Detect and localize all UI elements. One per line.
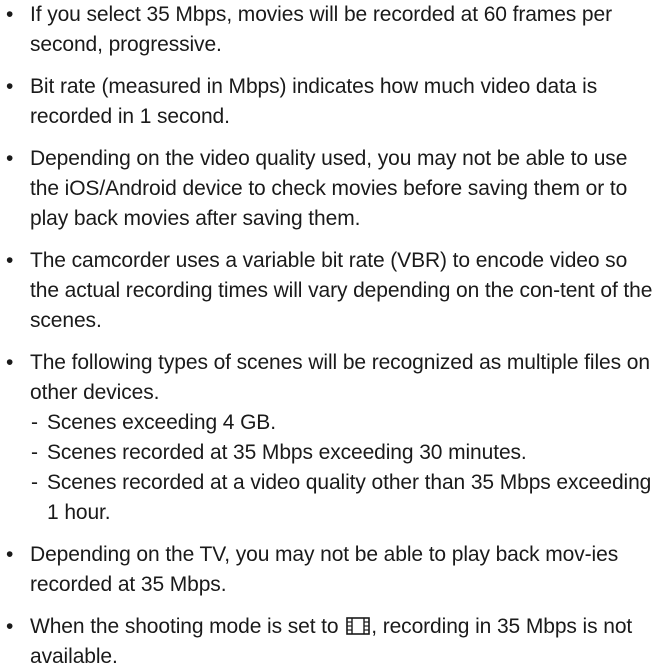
bullet-icon: • [6,351,14,374]
sub-item-text: Scenes recorded at a video quality other… [47,471,652,524]
bullet-icon: • [6,3,14,26]
note-text: Bit rate (measured in Mbps) indicates ho… [30,75,598,128]
movie-mode-icon [346,617,371,635]
note-item: • The camcorder uses a variable bit rate… [0,246,660,336]
notes-list: • If you select 35 Mbps, movies will be … [0,0,660,672]
note-item: • If you select 35 Mbps, movies will be … [0,0,660,60]
note-text: Depending on the TV, you may not be able… [30,543,619,596]
dash-icon: - [31,411,38,434]
note-item: • Depending on the video quality used, y… [0,144,660,234]
note-item: • When the shooting mode is set to , rec… [0,612,660,672]
bullet-icon: • [6,249,14,272]
note-item: • Depending on the TV, you may not be ab… [0,540,660,600]
dash-icon: - [31,441,38,464]
bullet-icon: • [6,75,14,98]
sub-list: - Scenes exceeding 4 GB. - Scenes record… [30,408,656,528]
note-item: • The following types of scenes will be … [0,348,660,528]
note-text: The following types of scenes will be re… [30,351,650,404]
note-text: The camcorder uses a variable bit rate (… [30,249,653,332]
sub-item-text: Scenes exceeding 4 GB. [47,411,276,434]
note-item: • Bit rate (measured in Mbps) indicates … [0,72,660,132]
bullet-icon: • [6,147,14,170]
bullet-icon: • [6,543,14,566]
bullet-icon: • [6,615,14,638]
sub-list-item: - Scenes recorded at 35 Mbps exceeding 3… [30,438,656,468]
sub-item-text: Scenes recorded at 35 Mbps exceeding 30 … [47,441,527,464]
sub-list-item: - Scenes exceeding 4 GB. [30,408,656,438]
note-text-before-icon: When the shooting mode is set to [30,615,339,638]
dash-icon: - [31,471,38,494]
note-text: Depending on the video quality used, you… [30,147,628,230]
note-text: If you select 35 Mbps, movies will be re… [30,3,612,56]
sub-list-item: - Scenes recorded at a video quality oth… [30,468,656,528]
